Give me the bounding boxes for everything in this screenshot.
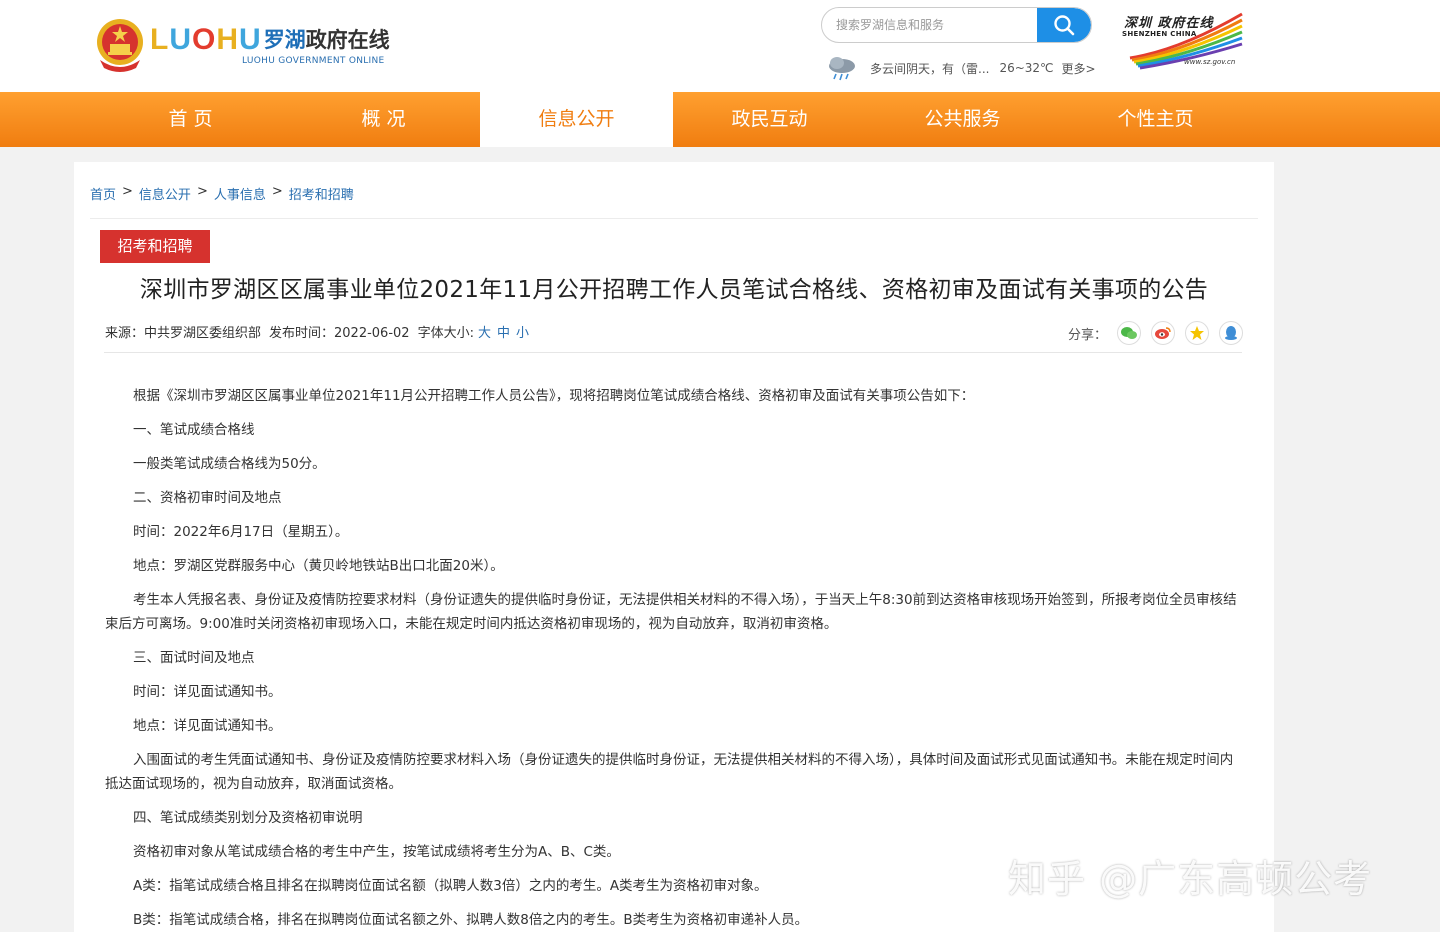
breadcrumb-info-disclosure[interactable]: 信息公开: [139, 184, 191, 203]
nav-item-home[interactable]: 首 页: [94, 92, 287, 147]
paragraph: 时间：详见面试通知书。: [133, 684, 282, 700]
site-header: LUOHU 罗湖政府在线 LUOHU GOVERNMENT ONLINE 多云间…: [0, 0, 1440, 92]
site-logo[interactable]: LUOHU 罗湖政府在线 LUOHU GOVERNMENT ONLINE: [94, 14, 394, 76]
divider: [90, 218, 1258, 219]
font-size-large[interactable]: 大: [478, 322, 491, 341]
section-heading: 四、笔试成绩类别划分及资格初审说明: [133, 810, 363, 826]
article-card: 首页 > 信息公开 > 人事信息 > 招考和招聘 招考和招聘 深圳市罗湖区区属事…: [74, 162, 1274, 932]
main-nav: 首 页 概 况 信息公开 政民互动 公共服务 个性主页: [0, 92, 1440, 147]
weather-widget: 多云间阴天，有（雷... 26~32℃ 更多>: [826, 54, 1096, 82]
national-emblem-icon: [94, 16, 146, 74]
paragraph: 时间：2022年6月17日（星期五）。: [133, 524, 349, 540]
breadcrumb-personnel-info[interactable]: 人事信息: [214, 184, 266, 203]
nav-item-interaction[interactable]: 政民互动: [673, 92, 866, 147]
breadcrumb-home[interactable]: 首页: [90, 184, 116, 203]
font-size-label: 字体大小:: [417, 326, 474, 341]
favorite-star-icon[interactable]: [1185, 321, 1210, 345]
logo-subtitle: LUOHU GOVERNMENT ONLINE: [242, 55, 385, 66]
share-bar: 分享：: [1068, 319, 1244, 347]
nav-item-public-service[interactable]: 公共服务: [866, 92, 1059, 147]
font-size-medium[interactable]: 中: [497, 322, 510, 341]
nav-item-personal-page[interactable]: 个性主页: [1059, 92, 1252, 147]
share-label: 分享：: [1068, 327, 1108, 343]
font-size-small[interactable]: 小: [516, 322, 529, 341]
nav-item-info-disclosure[interactable]: 信息公开: [480, 92, 673, 147]
search-icon: [1054, 15, 1075, 36]
shenzhen-gov-logo[interactable]: 深圳 政府在线 SHENZHEN CHINA www.sz.gov.cn: [1120, 12, 1244, 70]
divider: [104, 352, 1242, 353]
sz-logo-en: SHENZHEN CHINA: [1122, 30, 1197, 38]
article-meta: 来源：中共罗湖区委组织部 发布时间：2022-06-02 字体大小: 大 中 小: [105, 322, 535, 341]
weather-temp: 26~32℃: [999, 61, 1054, 75]
paragraph: 一般类笔试成绩合格线为50分。: [133, 456, 326, 472]
section-heading: 三、面试时间及地点: [133, 650, 255, 666]
paragraph: 考生本人凭报名表、身份证及疫情防控要求材料（身份证遗失的提供临时身份证，无法提供…: [105, 592, 1237, 632]
sz-logo-url: www.sz.gov.cn: [1184, 58, 1236, 66]
logo-title: 罗湖政府在线: [263, 27, 390, 52]
zhihu-watermark: 知乎 @广东高顿公考: [1008, 857, 1373, 901]
qq-icon[interactable]: [1219, 321, 1244, 345]
section-heading: 一、笔试成绩合格线: [133, 422, 255, 438]
nav-item-overview[interactable]: 概 况: [287, 92, 480, 147]
paragraph: B类：指笔试成绩合格，排名在拟聘岗位面试名额之外、拟聘人数8倍之内的考生。B类考…: [133, 912, 809, 928]
weibo-icon[interactable]: [1151, 321, 1176, 345]
weather-more-link[interactable]: 更多>: [1062, 60, 1096, 77]
sz-logo-cn: 深圳 政府在线: [1124, 16, 1214, 31]
cloud-rain-icon: [829, 57, 855, 81]
weather-desc: 多云间阴天，有（雷...: [870, 61, 990, 76]
breadcrumb-recruitment[interactable]: 招考和招聘: [289, 184, 354, 203]
article-source: 来源：中共罗湖区委组织部: [105, 326, 262, 341]
article-date: 发布时间：2022-06-02: [269, 326, 410, 341]
article-title: 深圳市罗湖区区属事业单位2021年11月公开招聘工作人员笔试合格线、资格初审及面…: [139, 277, 1209, 303]
search-input[interactable]: [836, 8, 1036, 42]
section-heading: 二、资格初审时间及地点: [133, 490, 282, 506]
paragraph: 地点：详见面试通知书。: [133, 718, 282, 734]
paragraph: 入围面试的考生凭面试通知书、身份证及疫情防控要求材料入场（身份证遗失的提供临时身…: [105, 752, 1234, 792]
paragraph: 地点：罗湖区党群服务中心（黄贝岭地铁站B出口北面20米）。: [133, 558, 504, 574]
search-box: [821, 7, 1092, 43]
breadcrumb: 首页 > 信息公开 > 人事信息 > 招考和招聘: [90, 184, 354, 203]
paragraph: 根据《深圳市罗湖区区属事业单位2021年11月公开招聘工作人员公告》，现将招聘岗…: [133, 388, 975, 404]
search-button[interactable]: [1037, 8, 1091, 42]
wechat-icon[interactable]: [1117, 321, 1142, 345]
logo-luohu-wordmark: LUOHU: [150, 22, 262, 56]
category-tag: 招考和招聘: [100, 230, 210, 263]
